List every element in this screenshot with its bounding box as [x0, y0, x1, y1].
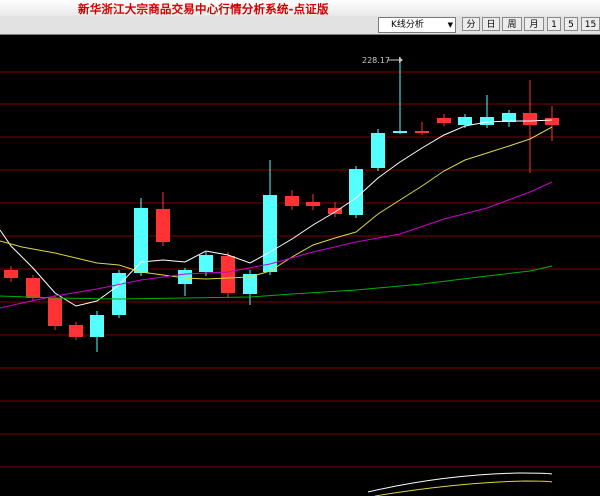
period-month-button[interactable]: 月 [524, 17, 544, 31]
down-candle-body [371, 133, 385, 168]
down-candle-body [349, 169, 363, 215]
candlestick-chart[interactable]: 228.17 [0, 35, 600, 496]
period-15min-button[interactable]: 15 [581, 17, 600, 31]
period-5min-button[interactable]: 5 [564, 17, 578, 31]
title-bar: 新华浙江大宗商品交易中心行情分析系统-点证版 [0, 0, 600, 17]
period-minute-button[interactable]: 分 [462, 17, 480, 31]
app-window: 新华浙江大宗商品交易中心行情分析系统-点证版 K线分析 ▼ 分 日 周 月 1 … [0, 0, 600, 496]
down-candle-body [263, 195, 277, 272]
analysis-mode-value: K线分析 [391, 20, 424, 30]
period-day-button[interactable]: 日 [482, 17, 500, 31]
period-1min-button[interactable]: 1 [547, 17, 561, 31]
up-candle-body [156, 209, 170, 242]
down-candle-body [480, 117, 494, 125]
down-candle-body [134, 208, 148, 273]
up-candle-body [306, 202, 320, 206]
up-candle-body [523, 113, 537, 125]
max-price-annotation: 228.17 [362, 56, 403, 65]
up-candle-body [69, 325, 83, 337]
max-price-label: 228.17 [362, 56, 390, 65]
period-week-button[interactable]: 周 [502, 17, 522, 31]
sub-indicator-white-curve [367, 472, 553, 493]
chevron-down-icon: ▼ [447, 21, 453, 29]
down-candle-body [393, 131, 407, 133]
window-title: 新华浙江大宗商品交易中心行情分析系统-点证版 [78, 2, 329, 16]
up-candle-body [285, 196, 299, 206]
up-candle-body [4, 270, 18, 278]
up-candle-body [48, 298, 62, 326]
price-gridlines [0, 71, 600, 468]
up-candle-body [437, 118, 451, 123]
sub-indicator-yellow-curve [374, 480, 553, 496]
up-candle-body [545, 118, 559, 125]
sub-indicator-curves [367, 472, 553, 496]
up-candle-body [415, 131, 429, 133]
down-candle-body [199, 255, 213, 272]
toolbar: K线分析 ▼ 分 日 周 月 1 5 15 [0, 16, 600, 35]
candlesticks [4, 57, 559, 352]
up-candle-body [221, 256, 235, 293]
analysis-mode-select[interactable]: K线分析 ▼ [378, 17, 456, 33]
down-candle-body [458, 117, 472, 125]
max-price-arrow-icon [399, 57, 403, 63]
down-candle-body [90, 315, 104, 337]
up-candle-body [26, 278, 40, 298]
